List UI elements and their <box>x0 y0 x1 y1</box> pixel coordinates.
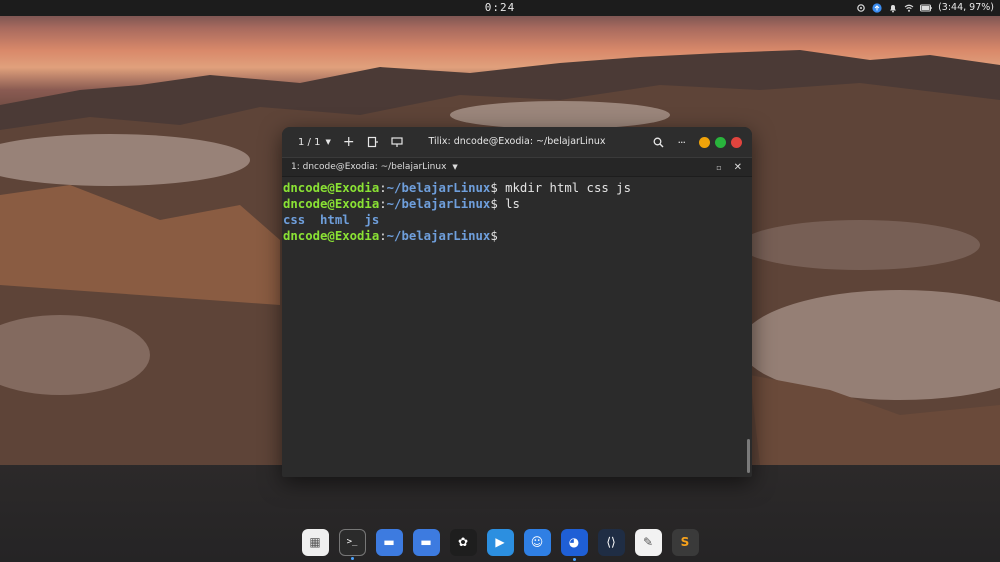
maximize-button[interactable] <box>715 136 726 148</box>
dock-item-text-editor[interactable]: ✎ <box>634 528 662 556</box>
wifi-icon[interactable] <box>904 3 914 13</box>
prompt-sign: $ <box>490 197 498 211</box>
maximize-terminal-icon[interactable]: ▫ <box>716 158 721 177</box>
dock-item-media-player[interactable]: ▶ <box>486 528 514 556</box>
terminal-output[interactable]: dncode@Exodia:~/belajarLinux$ mkdir html… <box>282 177 752 244</box>
session-switcher[interactable]: 1 / 1 ▼ <box>298 137 331 148</box>
more-options-icon[interactable]: ··· <box>678 136 686 149</box>
clock[interactable]: 0:24 <box>0 0 1000 16</box>
battery-icon[interactable] <box>920 3 932 13</box>
add-session-button[interactable]: + <box>343 127 355 157</box>
finder-icon: ☺ <box>530 535 544 549</box>
dock-item-firefox[interactable]: ◕ <box>560 528 588 561</box>
session-count: 1 / 1 <box>298 136 321 148</box>
running-indicator <box>572 557 576 561</box>
session-title: 1: dncode@Exodia: ~/belajarLinux <box>291 162 447 172</box>
terminal-line: dncode@Exodia:~/belajarLinux$ mkdir html… <box>283 180 752 196</box>
terminal-session-bar: 1: dncode@Exodia: ~/belajarLinux ▼ ▫ ✕ <box>282 157 752 177</box>
titlebar-right-controls: ··· <box>653 127 742 157</box>
text-editor-icon: ✎ <box>642 535 654 549</box>
prompt-path: ~/belajarLinux <box>386 181 491 195</box>
update-icon[interactable] <box>872 3 882 13</box>
dock-item-finder[interactable]: ☺ <box>523 528 551 556</box>
terminal-line: css html js <box>283 212 752 228</box>
running-indicator <box>350 556 354 560</box>
dock-item-vscode[interactable]: ⟨⟩ <box>597 528 625 556</box>
prompt-user: dncode@Exodia <box>283 197 380 211</box>
top-panel: 0:24 (3:44, 97%) <box>0 0 1000 16</box>
terminal-line: dncode@Exodia:~/belajarLinux$ <box>283 228 752 244</box>
prompt-path: ~/belajarLinux <box>386 197 491 211</box>
window-controls <box>699 136 742 148</box>
close-button[interactable] <box>731 136 742 148</box>
prompt-path: ~/belajarLinux <box>386 229 491 243</box>
prompt-colon: : <box>379 181 387 195</box>
chevron-down-icon: ▼ <box>452 163 458 171</box>
vscode-icon: ⟨⟩ <box>606 535 616 549</box>
folder-icon: ▬ <box>420 535 432 549</box>
terminal-icon: >_ <box>346 537 358 547</box>
dock: ▦ >_ ▬ ▬ ✿ ▶ ☺ ◕ ⟨⟩ ✎ S <box>300 524 700 561</box>
titlebar-left-controls: 1 / 1 ▼ + <box>298 127 403 157</box>
prompt-sign: $ <box>490 181 498 195</box>
command-text: mkdir html css js <box>505 181 631 195</box>
bell-icon[interactable] <box>888 3 898 13</box>
command-text: ls <box>505 197 520 211</box>
firefox-icon: ◕ <box>568 535 580 549</box>
minimize-button[interactable] <box>699 136 710 148</box>
chevron-down-icon: ▼ <box>325 138 331 146</box>
sublime-icon: S <box>680 535 690 549</box>
figma-icon: ✿ <box>457 535 469 549</box>
dock-item-files-2[interactable]: ▬ <box>412 528 440 556</box>
dock-item-figma[interactable]: ✿ <box>449 528 477 556</box>
terminal-line: dncode@Exodia:~/belajarLinux$ ls <box>283 196 752 212</box>
session-controls: ▫ ✕ <box>716 158 742 177</box>
dock-item-calculator[interactable]: ▦ <box>301 528 329 556</box>
battery-status[interactable]: (3:44, 97%) <box>938 0 994 16</box>
ls-entry: js <box>364 213 380 227</box>
prompt-user: dncode@Exodia <box>283 181 380 195</box>
split-down-icon[interactable] <box>390 136 403 148</box>
ls-entry: css <box>283 213 306 227</box>
calculator-icon: ▦ <box>309 535 321 549</box>
split-right-icon[interactable] <box>367 136 379 148</box>
terminal-window: Tilix: dncode@Exodia: ~/belajarLinux 1 /… <box>282 127 752 477</box>
dock-item-terminal[interactable]: >_ <box>338 528 366 560</box>
prompt-sign: $ <box>490 229 498 243</box>
prompt-user: dncode@Exodia <box>283 229 380 243</box>
system-tray: (3:44, 97%) <box>856 0 994 16</box>
close-terminal-icon[interactable]: ✕ <box>734 158 742 177</box>
prompt-colon: : <box>379 229 387 243</box>
window-titlebar[interactable]: Tilix: dncode@Exodia: ~/belajarLinux 1 /… <box>282 127 752 157</box>
play-icon: ▶ <box>495 535 505 549</box>
prompt-colon: : <box>379 197 387 211</box>
terminal-scrollbar[interactable] <box>747 439 750 473</box>
search-icon[interactable] <box>653 137 664 148</box>
dock-item-sublime-text[interactable]: S <box>671 528 699 556</box>
session-title-dropdown[interactable]: 1: dncode@Exodia: ~/belajarLinux ▼ <box>291 158 458 177</box>
ls-entry: html <box>320 213 350 227</box>
dock-item-files[interactable]: ▬ <box>375 528 403 556</box>
folder-icon: ▬ <box>383 535 395 549</box>
settings-icon[interactable] <box>856 3 866 13</box>
